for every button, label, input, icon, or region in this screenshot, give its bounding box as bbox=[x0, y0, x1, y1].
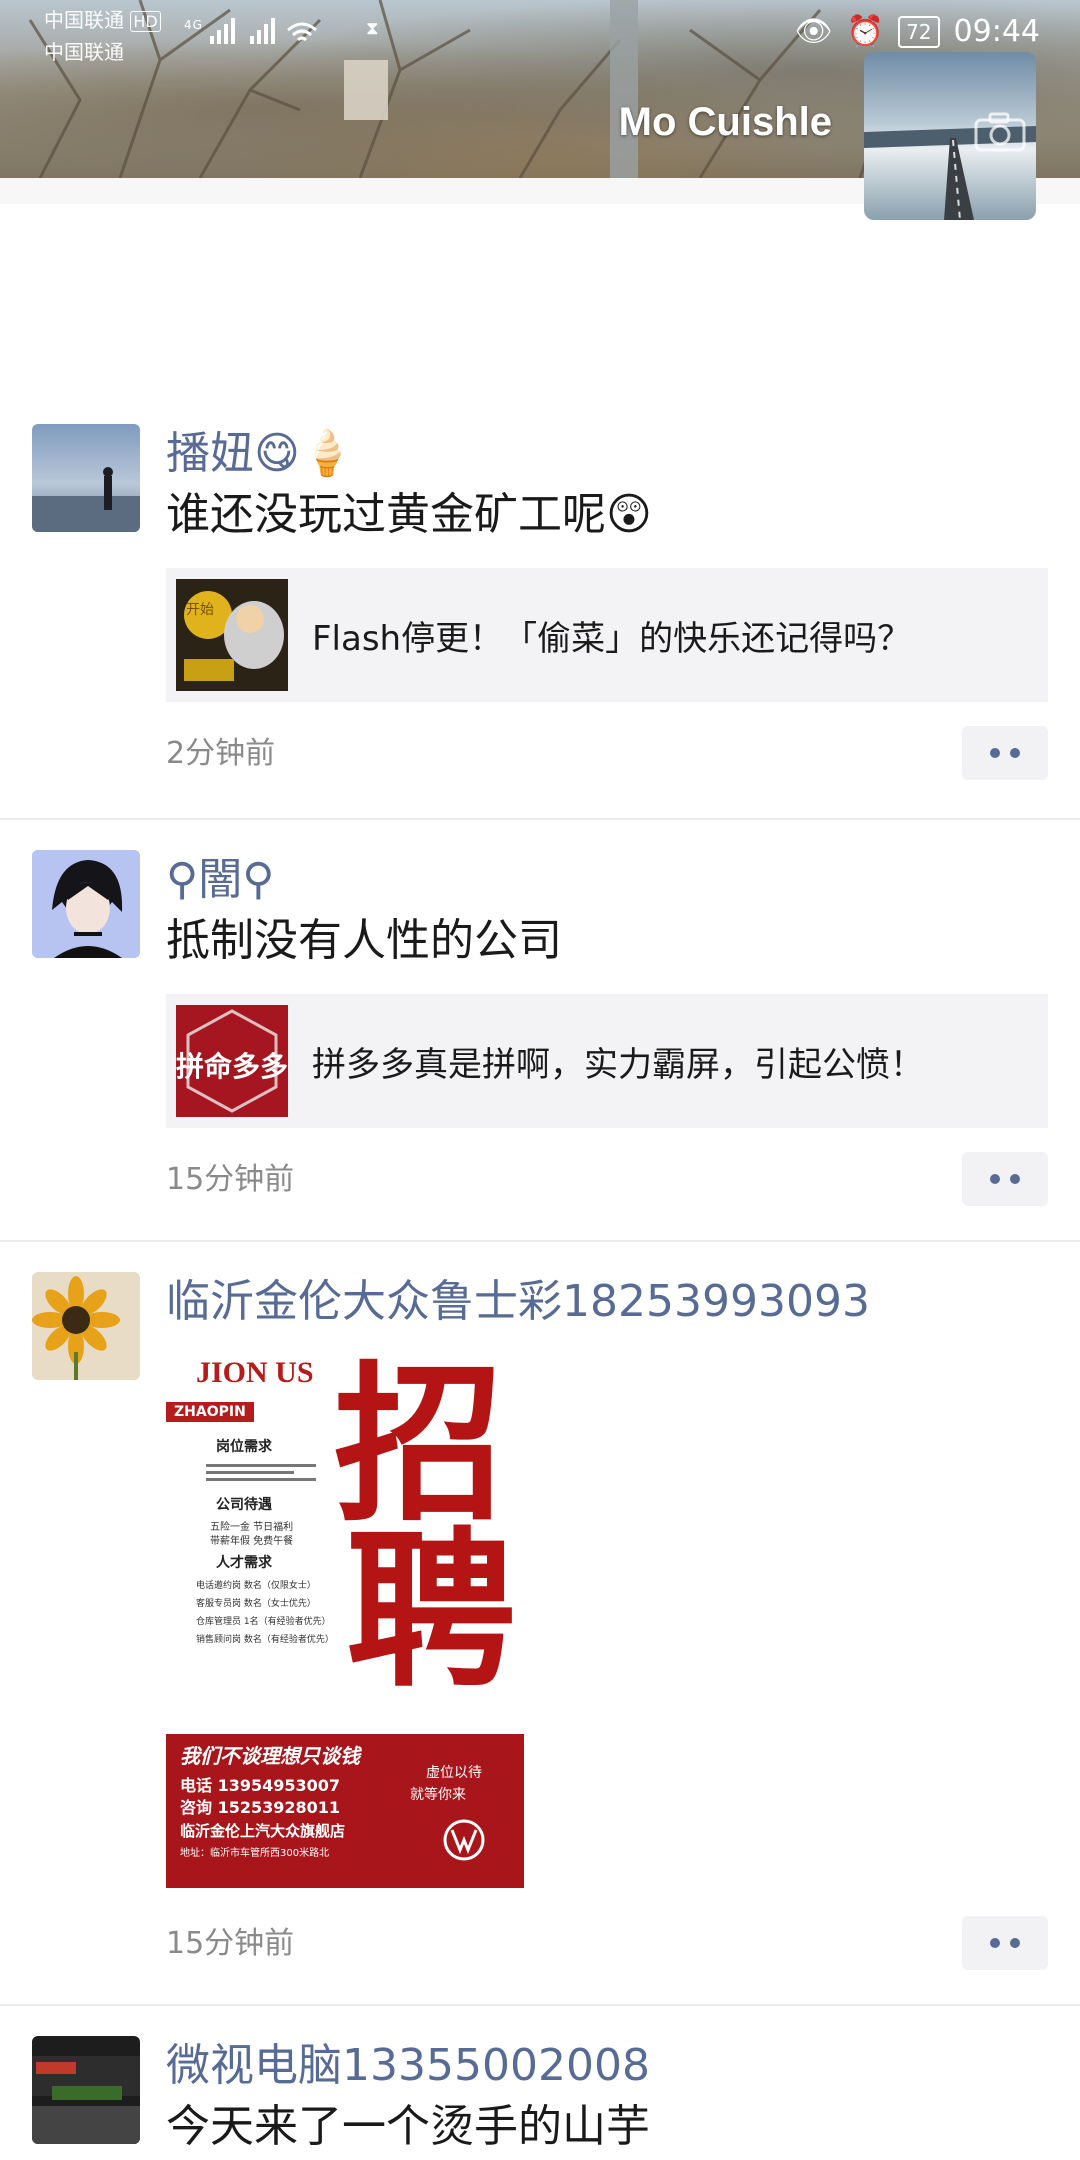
poster-section: 人才需求 bbox=[216, 1555, 272, 1571]
poster-need: 销售顾问岗 数名（有经验者优先） bbox=[196, 1635, 334, 1645]
post-time: 15分钟前 bbox=[166, 1162, 295, 1197]
signal-icon: 4G bbox=[184, 18, 320, 44]
dot-icon bbox=[1010, 1938, 1020, 1948]
camera-icon[interactable] bbox=[974, 112, 1026, 152]
poster-title: JION US bbox=[196, 1356, 314, 1389]
carrier-2: 中国联通 bbox=[44, 40, 124, 64]
avatar-image bbox=[32, 467, 140, 532]
poster-side-text: 虚位以待 bbox=[426, 1765, 482, 1781]
poster-need: 客服专员岗 数名（女士优先） bbox=[196, 1599, 316, 1609]
divider bbox=[0, 818, 1080, 820]
dot-icon bbox=[1010, 1174, 1020, 1184]
clock: 09:44 bbox=[953, 14, 1040, 49]
gold-miner-thumb bbox=[176, 579, 288, 691]
status-right: 👁 ⏰ 72 09:44 bbox=[795, 14, 1040, 49]
post-text: 抵制没有人性的公司 bbox=[166, 915, 562, 966]
poster-section: 岗位需求 bbox=[216, 1439, 272, 1455]
dot-icon bbox=[990, 1174, 1000, 1184]
signal-bars-icon bbox=[209, 18, 317, 44]
post-time: 15分钟前 bbox=[166, 1926, 295, 1961]
battery-level: 72 bbox=[906, 19, 932, 44]
vw-logo-icon bbox=[443, 1819, 485, 1861]
dot-icon bbox=[990, 1938, 1000, 1948]
poster-need: 电话邀约岗 数名（仅限女士） bbox=[196, 1581, 316, 1591]
divider bbox=[0, 1240, 1080, 1242]
link-thumbnail: 拼命多多 bbox=[176, 1005, 288, 1117]
shop-avatar-image bbox=[32, 2036, 140, 2144]
poster-benefit: 带薪年假 免费午餐 bbox=[210, 1536, 294, 1547]
shared-link-card[interactable]: 拼命多多 拼多多真是拼啊，实力霸屏，引起公愤！ bbox=[166, 994, 1048, 1128]
post-text: 谁还没玩过黄金矿工呢😲 bbox=[166, 489, 652, 540]
poster-footer: 我们不谈理想只谈钱 电话 13954953007 咨询 15253928011 … bbox=[166, 1734, 524, 1888]
alarm-icon: ⏰ bbox=[846, 14, 885, 49]
dot-icon bbox=[990, 748, 1000, 758]
status-bar: 中国联通 HD 中国联通 4G ⧗ 👁 ⏰ 72 09:44 bbox=[0, 0, 1080, 64]
link-thumbnail: 开始 bbox=[176, 579, 288, 691]
post-nickname[interactable]: 临沂金伦大众鲁士彩18253993093 bbox=[166, 1272, 1048, 1332]
poster-big-char: 聘 bbox=[346, 1511, 517, 1711]
battery-icon: 72 bbox=[898, 15, 940, 48]
thumb-label: 拼命多多 bbox=[176, 1050, 288, 1083]
recruitment-poster-image[interactable]: JION US ZHAOPIN 招 聘 岗位需求 公司待遇 五险一金 节日福利 … bbox=[166, 1346, 524, 1888]
divider bbox=[0, 2004, 1080, 2006]
shared-link-card[interactable]: 开始 Flash停更！「偷菜」的快乐还记得吗？ bbox=[166, 568, 1048, 702]
more-actions-button[interactable] bbox=[962, 1152, 1048, 1206]
link-title: Flash停更！「偷菜」的快乐还记得吗？ bbox=[312, 618, 912, 659]
poster-need: 仓库管理员 1名（有经验者优先） bbox=[196, 1617, 331, 1627]
poster-benefit: 五险一金 节日福利 bbox=[210, 1522, 294, 1533]
post-nickname[interactable]: ⚲闇⚲ bbox=[166, 850, 1048, 910]
carrier-1: 中国联通 HD bbox=[44, 8, 161, 34]
hourglass-icon: ⧗ bbox=[366, 18, 380, 39]
post-text: 今天来了一个烫手的山芋 bbox=[166, 2101, 650, 2152]
poster-side-text: 就等你来 bbox=[410, 1787, 466, 1803]
sunflower-avatar-image bbox=[32, 1272, 140, 1380]
poster-section: 公司待遇 bbox=[216, 1497, 272, 1513]
poster-slogan: 我们不谈理想只谈钱 bbox=[180, 1744, 360, 1768]
poster-store: 临沂金伦上汽大众旗舰店 bbox=[180, 1822, 346, 1840]
profile-name[interactable]: Mo Cuishle bbox=[619, 100, 832, 145]
anime-avatar-image bbox=[32, 850, 140, 958]
profile-avatar[interactable] bbox=[864, 52, 1036, 220]
poster-phone: 电话 13954953007 bbox=[180, 1776, 341, 1795]
signal-label: 4G bbox=[184, 18, 203, 32]
thumb-label: 开始 bbox=[186, 602, 214, 618]
poster-phone: 咨询 15253928011 bbox=[180, 1798, 341, 1817]
dot-icon bbox=[1010, 748, 1020, 758]
avatar[interactable] bbox=[32, 424, 140, 532]
more-actions-button[interactable] bbox=[962, 726, 1048, 780]
avatar[interactable] bbox=[32, 850, 140, 958]
avatar[interactable] bbox=[32, 2036, 140, 2144]
poster-address: 地址：临沂市车管所西300米路北 bbox=[180, 1848, 330, 1859]
poster-tag: ZHAOPIN bbox=[166, 1402, 254, 1422]
poster-lines bbox=[206, 1460, 316, 1485]
more-actions-button[interactable] bbox=[962, 1916, 1048, 1970]
avatar[interactable] bbox=[32, 1272, 140, 1380]
hd-badge: HD bbox=[130, 11, 161, 32]
link-title: 拼多多真是拼啊，实力霸屏，引起公愤！ bbox=[312, 1044, 924, 1085]
carrier-1-label: 中国联通 bbox=[44, 8, 124, 32]
post-time: 2分钟前 bbox=[166, 736, 276, 771]
eye-icon: 👁 bbox=[794, 14, 833, 49]
post-nickname[interactable]: 播妞😋🍦 bbox=[166, 424, 1048, 484]
post-nickname[interactable]: 微视电脑13355002008 bbox=[166, 2036, 1048, 2096]
